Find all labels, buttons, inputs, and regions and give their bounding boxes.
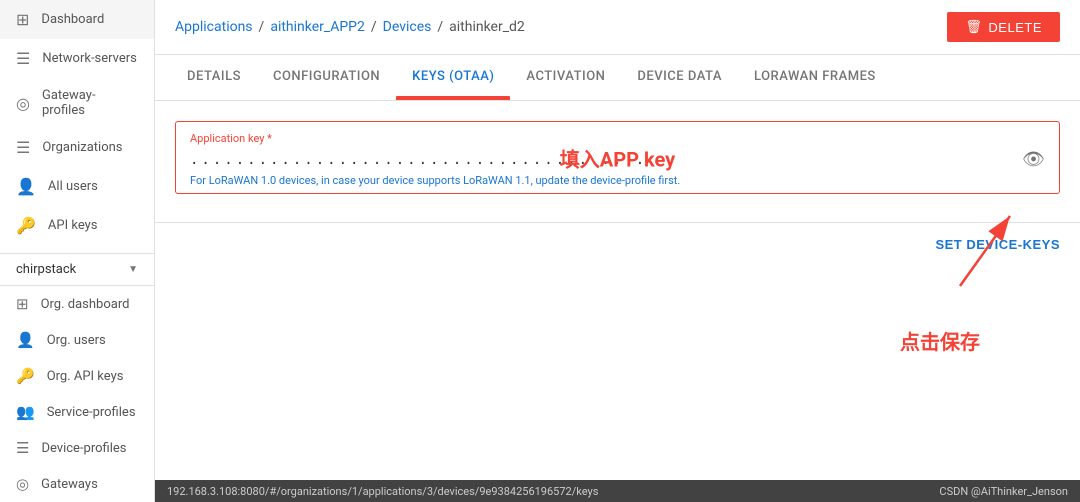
sidebar-item-label: Device-profiles	[41, 441, 126, 456]
tab-activation[interactable]: ACTIVATION	[510, 55, 621, 100]
action-section: SET DEVICE-KEYS 点击保存	[155, 222, 1080, 426]
breadcrumb-applications[interactable]: Applications	[175, 19, 253, 35]
sidebar-item-device-profiles[interactable]: ☰ Device-profiles	[0, 430, 154, 466]
sidebar-item-dashboard[interactable]: ⊞ Dashboard	[0, 0, 154, 39]
sidebar-item-org-dashboard[interactable]: ⊞ Org. dashboard	[0, 286, 154, 322]
tenant-name: chirpstack	[16, 262, 76, 277]
content-area: Application key * 填入APP key 👁 For LoRaWA…	[155, 101, 1080, 480]
set-device-keys-button[interactable]: SET DEVICE-KEYS	[935, 231, 1060, 258]
app-key-label: Application key *	[190, 132, 1045, 145]
sidebar-item-label: Gateway-profiles	[42, 88, 138, 118]
delete-button-label: DELETE	[988, 20, 1042, 35]
sidebar-item-label: API keys	[48, 218, 98, 233]
sidebar-item-label: Dashboard	[41, 12, 104, 27]
network-servers-icon: ☰	[16, 49, 30, 68]
device-profiles-icon: ☰	[16, 439, 29, 457]
main-content: Applications / aithinker_APP2 / Devices …	[155, 0, 1080, 502]
breadcrumb-sep-1: /	[259, 19, 265, 35]
status-credit: CSDN @AiThinker_Jenson	[939, 485, 1068, 498]
app-key-field-group: Application key * 填入APP key 👁 For LoRaWA…	[175, 121, 1060, 194]
sidebar-item-gateway-profiles[interactable]: ◎ Gateway-profiles	[0, 78, 154, 128]
form-area: Application key * 填入APP key 👁 For LoRaWA…	[155, 101, 1080, 222]
app-key-input-row: 填入APP key 👁	[190, 149, 1045, 170]
app-key-input[interactable]	[190, 152, 1022, 168]
action-bar: SET DEVICE-KEYS	[155, 222, 1080, 266]
topbar: Applications / aithinker_APP2 / Devices …	[155, 0, 1080, 55]
tab-details[interactable]: DETAILS	[171, 55, 257, 100]
sidebar-item-network-servers[interactable]: ☰ Network-servers	[0, 39, 154, 78]
all-users-icon: 👤	[16, 177, 36, 196]
tab-lorawan-frames[interactable]: LORAWAN FRAMES	[738, 55, 892, 100]
dashboard-icon: ⊞	[16, 10, 29, 29]
app-key-hint: For LoRaWAN 1.0 devices, in case your de…	[190, 174, 1045, 187]
sidebar-item-label: Org. API keys	[47, 369, 124, 384]
trash-icon: 🗑	[965, 19, 982, 35]
sidebar-item-gateways[interactable]: ◎ Gateways	[0, 466, 154, 502]
sidebar-item-label: Organizations	[42, 140, 122, 155]
breadcrumb-app[interactable]: aithinker_APP2	[270, 19, 365, 35]
sidebar-item-api-keys[interactable]: 🔑 API keys	[0, 206, 154, 245]
tabs-bar: DETAILS CONFIGURATION KEYS (OTAA) ACTIVA…	[155, 55, 1080, 101]
breadcrumb-device: aithinker_d2	[449, 19, 525, 35]
sidebar-item-all-users[interactable]: 👤 All users	[0, 167, 154, 206]
chevron-down-icon: ▼	[128, 264, 138, 275]
tab-device-data[interactable]: DEVICE DATA	[621, 55, 738, 100]
gateways-icon: ◎	[16, 475, 29, 493]
eye-icon[interactable]: 👁	[1022, 149, 1045, 170]
service-profiles-icon: 👥	[16, 403, 35, 421]
tab-keys-otaa[interactable]: KEYS (OTAA)	[396, 55, 510, 100]
sidebar-item-label: Org. users	[47, 333, 106, 348]
sidebar-item-organizations[interactable]: ☰ Organizations	[0, 128, 154, 167]
breadcrumb-devices[interactable]: Devices	[383, 19, 432, 35]
tab-configuration[interactable]: CONFIGURATION	[257, 55, 396, 100]
sidebar-item-label: Service-profiles	[47, 405, 136, 420]
breadcrumb: Applications / aithinker_APP2 / Devices …	[175, 19, 525, 35]
sidebar-item-label: Gateways	[41, 477, 98, 492]
sidebar-item-org-api-keys[interactable]: 🔑 Org. API keys	[0, 358, 154, 394]
status-bar: 192.168.3.108:8080/#/organizations/1/app…	[155, 480, 1080, 502]
save-annotation: 点击保存	[900, 326, 980, 355]
breadcrumb-sep-2: /	[371, 19, 377, 35]
annotation-area: 点击保存	[155, 266, 1080, 426]
status-url: 192.168.3.108:8080/#/organizations/1/app…	[167, 485, 598, 498]
delete-button[interactable]: 🗑 DELETE	[947, 12, 1060, 42]
organizations-icon: ☰	[16, 138, 30, 157]
sidebar-item-service-profiles[interactable]: 👥 Service-profiles	[0, 394, 154, 430]
sidebar: ⊞ Dashboard ☰ Network-servers ◎ Gateway-…	[0, 0, 155, 502]
sidebar-item-label: All users	[48, 179, 98, 194]
breadcrumb-sep-3: /	[437, 19, 443, 35]
api-keys-icon: 🔑	[16, 216, 36, 235]
org-dashboard-icon: ⊞	[16, 295, 29, 313]
org-users-icon: 👤	[16, 331, 35, 349]
sidebar-item-label: Network-servers	[42, 51, 137, 66]
sidebar-item-org-users[interactable]: 👤 Org. users	[0, 322, 154, 358]
tenant-selector[interactable]: chirpstack ▼	[0, 253, 154, 286]
gateway-profiles-icon: ◎	[16, 94, 30, 113]
org-api-keys-icon: 🔑	[16, 367, 35, 385]
sidebar-item-label: Org. dashboard	[41, 297, 130, 312]
